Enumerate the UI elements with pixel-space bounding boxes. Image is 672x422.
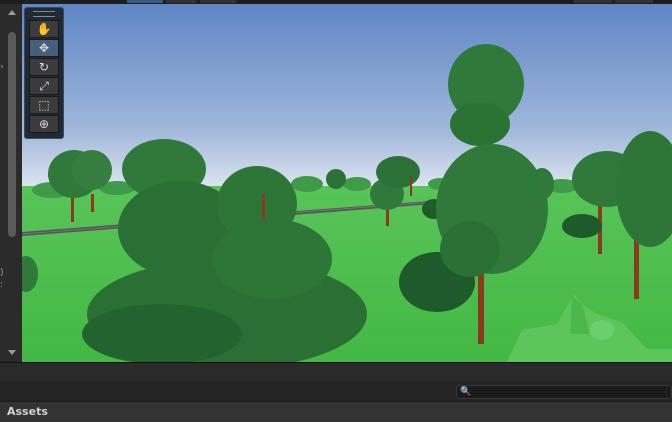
rect-transform-icon: ⬚ [38, 98, 50, 112]
search-icon: 🔍 [460, 387, 472, 397]
left-panel-fragment: : [0, 280, 4, 290]
rotate-tool-button[interactable]: ↻ [29, 58, 59, 76]
scroll-up-arrow-icon[interactable] [8, 10, 16, 15]
vertical-scrollbar[interactable] [8, 32, 16, 237]
sky [22, 4, 672, 194]
tab-fragment[interactable] [200, 0, 236, 3]
rect-tool-button[interactable]: ⬚ [29, 96, 59, 114]
tab-fragment[interactable] [574, 0, 612, 3]
scene-render[interactable] [22, 4, 672, 362]
search-input[interactable]: 🔍 [456, 385, 672, 399]
scene-viewport[interactable] [22, 4, 672, 362]
scene-tools-toolbar: ✋ ✥ ↻ ⤢ ⬚ ⊕ [24, 7, 64, 139]
transform-tool-button[interactable]: ⊕ [29, 115, 59, 133]
scene-tab-highlight[interactable] [127, 0, 163, 3]
rotate-icon: ↻ [38, 60, 50, 74]
hand-tool-button[interactable]: ✋ [29, 20, 59, 38]
project-breadcrumb: Assets [0, 401, 672, 422]
left-panel-fragment: ) [0, 268, 4, 278]
hand-icon: ✋ [36, 22, 52, 36]
scale-tool-button[interactable]: ⤢ [29, 77, 59, 95]
collapse-chevron-icon[interactable]: › [0, 62, 4, 72]
move-arrows-icon: ✥ [38, 41, 50, 55]
assets-folder-label[interactable]: Assets [7, 405, 48, 418]
scroll-down-arrow-icon[interactable] [8, 350, 16, 355]
move-tool-button[interactable]: ✥ [29, 39, 59, 57]
tab-fragment[interactable] [166, 0, 196, 3]
transform-icon: ⊕ [38, 117, 50, 131]
scale-icon: ⤢ [39, 78, 49, 93]
left-panel: › ) : [0, 4, 22, 362]
panel-header-bar [0, 363, 672, 382]
toolbar-grip-icon[interactable] [33, 11, 55, 17]
tab-fragment[interactable] [615, 0, 653, 3]
